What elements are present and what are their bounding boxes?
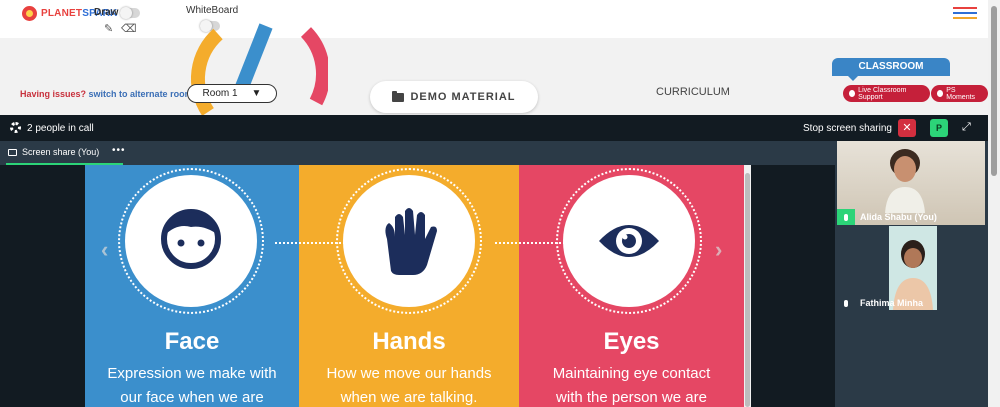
video-call-panel: 2 people in call Stop screen sharing ✕ P… xyxy=(0,115,988,407)
panel-text-hands-line1: How we move our hands xyxy=(326,365,492,382)
mic-icon xyxy=(844,299,848,307)
people-count: 2 people in call xyxy=(27,123,94,134)
caret-down-icon: ▼ xyxy=(251,88,262,99)
eyes-circle xyxy=(563,175,695,307)
slide-panel-eyes: Eyes Maintaining eye contact with the pe… xyxy=(519,165,744,407)
menu-line-blue xyxy=(953,12,977,14)
slide-panel-hands: Hands How we move our hands when we are … xyxy=(299,165,519,407)
panel-text-eyes: Maintaining eye contact with the person … xyxy=(519,362,744,407)
page-scrollbar-thumb[interactable] xyxy=(991,6,997,176)
panel-text-hands-line2: when we are talking. xyxy=(340,389,478,406)
eraser-icon[interactable]: ⌫ xyxy=(121,22,137,35)
call-header: 2 people in call Stop screen sharing ✕ P… xyxy=(0,115,988,141)
screen-share-tab[interactable]: Screen share (You) xyxy=(8,147,99,157)
ps-moments-label: PS Moments xyxy=(946,86,976,101)
panel-text-face: Expression we make with our face when we… xyxy=(85,362,299,407)
close-circle-icon xyxy=(849,90,856,97)
slide-prev-arrow-icon[interactable]: ‹ xyxy=(101,237,108,263)
classroom-tab[interactable]: CLASSROOM xyxy=(832,58,950,81)
pencil-icon[interactable]: ✎ xyxy=(104,22,113,35)
participant-avatar-button[interactable]: P xyxy=(930,119,948,137)
hand-icon xyxy=(385,208,437,275)
participant-tile[interactable]: Alida Shabu (You) xyxy=(837,141,985,225)
slide-next-arrow-icon[interactable]: › xyxy=(715,237,722,263)
more-options-icon[interactable]: ••• xyxy=(112,145,126,156)
participant-video-woman xyxy=(885,149,925,213)
page-scrollbar[interactable] xyxy=(988,0,1000,407)
gear-icon[interactable] xyxy=(10,122,21,133)
participant-label: Fathima Minha xyxy=(837,295,923,311)
switch-room-link[interactable]: switch to alternate room xyxy=(89,89,193,99)
panel-title-face: Face xyxy=(164,328,220,355)
top-toolbar: PLANETSPARK Draw ✎ ⌫ WhiteBoard xyxy=(0,0,988,38)
hamburger-menu-icon[interactable] xyxy=(953,7,977,19)
draw-label: Draw xyxy=(94,7,119,18)
live-support-button[interactable]: Live Classroom Support xyxy=(843,85,930,102)
fullscreen-icon[interactable]: ⤢ xyxy=(962,121,971,134)
panel-text-eyes-line2: with the person we are xyxy=(556,389,707,406)
participant-name: Alida Shabu (You) xyxy=(860,212,937,222)
panel-title-hands: Hands xyxy=(372,328,446,355)
shared-slide: Face Expression we make with our face wh… xyxy=(85,165,744,407)
slide-panel-face: Face Expression we make with our face wh… xyxy=(85,165,299,407)
room-select[interactable]: Room 1 ▼ xyxy=(187,84,277,103)
panel-title-eyes: Eyes xyxy=(603,328,660,355)
panel-text-hands: How we move our hands when we are talkin… xyxy=(299,362,519,407)
share-scrollbar-thumb[interactable] xyxy=(745,173,750,407)
menu-line-orange xyxy=(953,17,977,19)
dotted-connector xyxy=(495,242,565,244)
panel-text-eyes-line1: Maintaining eye contact xyxy=(552,365,711,382)
mic-icon xyxy=(844,213,848,221)
draw-toggle[interactable] xyxy=(120,7,140,19)
live-support-label: Live Classroom Support xyxy=(858,86,907,101)
face-circle xyxy=(125,175,257,307)
share-tab-strip: Screen share (You) ••• xyxy=(0,141,835,165)
participant-label: Alida Shabu (You) xyxy=(837,209,937,225)
panel-text-face-line2: our face when we are xyxy=(120,389,264,406)
dotted-connector xyxy=(275,242,345,244)
app-root: PLANETSPARK Draw ✎ ⌫ WhiteBoard Having i… xyxy=(0,0,1000,407)
issues-label: Having issues? xyxy=(20,89,87,99)
close-circle-icon xyxy=(937,90,944,97)
screen-share-icon xyxy=(8,148,17,156)
screen-share-stage: Face Expression we make with our face wh… xyxy=(0,165,835,407)
mascot-icon xyxy=(22,6,37,21)
participant-name: Fathima Minha xyxy=(860,298,924,308)
mic-indicator xyxy=(837,295,855,311)
demo-material-button[interactable]: DEMO MATERIAL xyxy=(370,81,538,113)
room-select-value: Room 1 xyxy=(202,88,238,99)
logo-text-planet: PLANET xyxy=(41,8,83,19)
stop-screen-sharing-button[interactable]: Stop screen sharing xyxy=(803,123,892,134)
hands-circle xyxy=(343,175,475,307)
share-scrollbar[interactable] xyxy=(744,165,751,407)
participants-sidebar: Alida Shabu (You) Fathima Minha xyxy=(835,141,988,407)
eye-icon xyxy=(599,225,659,257)
mic-on-indicator xyxy=(837,209,855,225)
curriculum-tab[interactable]: CURRICULUM xyxy=(656,86,730,98)
demo-material-label: DEMO MATERIAL xyxy=(410,91,516,103)
face-icon xyxy=(161,209,221,269)
ps-moments-button[interactable]: PS Moments xyxy=(931,85,988,102)
close-share-button[interactable]: ✕ xyxy=(898,119,916,137)
participant-tile[interactable]: Fathima Minha xyxy=(837,226,985,310)
having-issues-text: Having issues? switch to alternate room xyxy=(20,89,193,99)
folder-icon xyxy=(392,90,405,102)
menu-line-red xyxy=(953,7,977,9)
panel-text-face-line1: Expression we make with xyxy=(107,365,277,382)
screen-share-tab-label: Screen share (You) xyxy=(22,147,100,157)
whiteboard-label: WhiteBoard xyxy=(186,5,239,16)
